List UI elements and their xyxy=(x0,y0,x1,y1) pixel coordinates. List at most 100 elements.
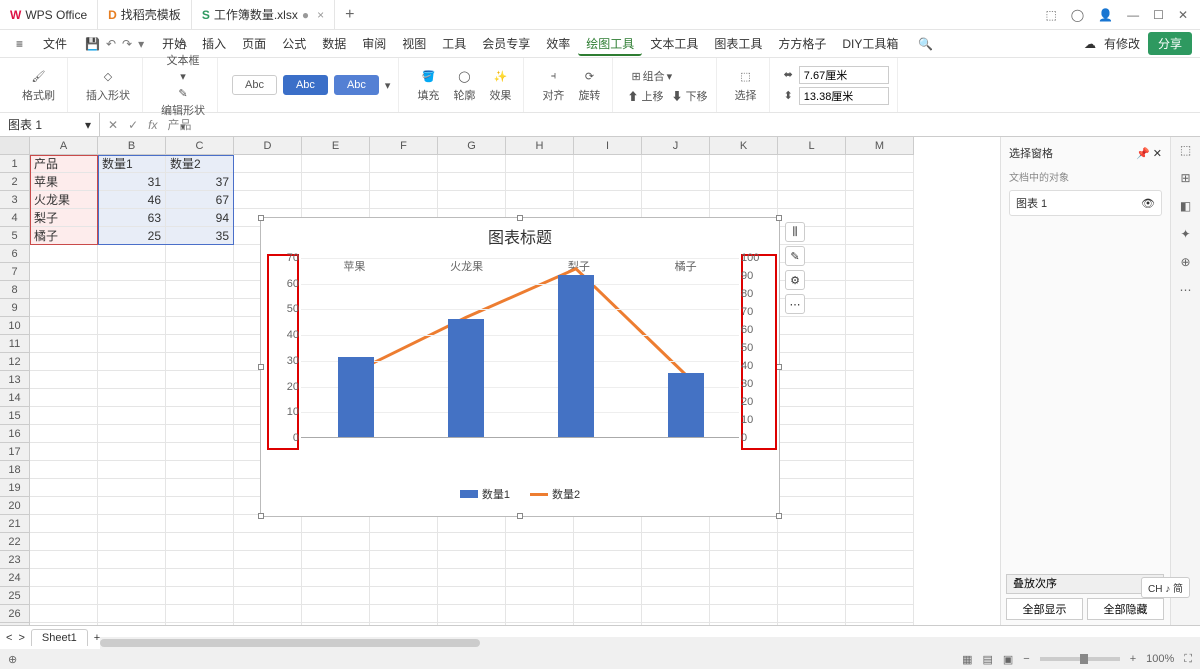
row-header[interactable]: 14 xyxy=(0,389,30,407)
col-header[interactable]: C xyxy=(166,137,234,154)
cell[interactable] xyxy=(30,245,98,263)
cloud-icon[interactable]: ☁ xyxy=(1084,37,1096,51)
show-all-button[interactable]: 全部显示 xyxy=(1006,598,1083,620)
cell[interactable] xyxy=(98,245,166,263)
cell[interactable] xyxy=(846,281,914,299)
cell[interactable] xyxy=(778,317,846,335)
cell[interactable] xyxy=(710,515,778,533)
cell[interactable]: 25 xyxy=(98,227,166,245)
zoom-in-icon[interactable]: + xyxy=(1130,653,1136,665)
cell[interactable] xyxy=(166,515,234,533)
cell[interactable]: 46 xyxy=(98,191,166,209)
cell[interactable] xyxy=(30,263,98,281)
pin-icon[interactable]: 📌 xyxy=(1136,148,1150,160)
cell[interactable] xyxy=(30,497,98,515)
cell[interactable] xyxy=(98,371,166,389)
cell[interactable] xyxy=(846,191,914,209)
cell[interactable] xyxy=(98,605,166,623)
cell[interactable] xyxy=(166,263,234,281)
cell[interactable] xyxy=(98,533,166,551)
cell[interactable] xyxy=(778,605,846,623)
cell[interactable] xyxy=(166,389,234,407)
cell[interactable] xyxy=(438,551,506,569)
cell[interactable] xyxy=(710,191,778,209)
bar[interactable] xyxy=(448,319,484,437)
cell[interactable] xyxy=(438,533,506,551)
close-icon[interactable]: ✕ xyxy=(1153,148,1162,160)
cell[interactable] xyxy=(710,533,778,551)
cell[interactable] xyxy=(846,245,914,263)
rail-format-icon[interactable]: ⊞ xyxy=(1180,171,1190,185)
select-all-corner[interactable] xyxy=(0,137,30,154)
row-header[interactable]: 25 xyxy=(0,587,30,605)
cell[interactable] xyxy=(778,479,846,497)
row-header[interactable]: 9 xyxy=(0,299,30,317)
maximize-icon[interactable]: ☐ xyxy=(1153,8,1164,22)
cell[interactable] xyxy=(574,533,642,551)
cell[interactable] xyxy=(30,461,98,479)
cell[interactable] xyxy=(574,605,642,623)
menu-item[interactable]: 数据 xyxy=(314,34,354,54)
cell[interactable] xyxy=(234,191,302,209)
cell[interactable] xyxy=(846,407,914,425)
cell[interactable] xyxy=(506,173,574,191)
cell[interactable] xyxy=(166,533,234,551)
cell[interactable] xyxy=(778,353,846,371)
cell[interactable] xyxy=(302,173,370,191)
cell[interactable] xyxy=(234,533,302,551)
cell[interactable] xyxy=(710,587,778,605)
cell[interactable] xyxy=(846,497,914,515)
cell[interactable] xyxy=(98,335,166,353)
menu-item[interactable]: 会员专享 xyxy=(474,34,538,54)
bar[interactable] xyxy=(338,357,374,437)
col-header[interactable]: D xyxy=(234,137,302,154)
format-painter[interactable]: 🖌 格式刷 xyxy=(18,65,59,105)
chart-object[interactable]: 图表标题 010203040506070 0102030405060708090… xyxy=(260,217,780,517)
cell[interactable] xyxy=(370,533,438,551)
ime-badge[interactable]: CH ♪ 简 xyxy=(1141,577,1190,598)
cell[interactable] xyxy=(234,587,302,605)
bar[interactable] xyxy=(558,275,594,437)
row-header[interactable]: 1 xyxy=(0,155,30,173)
bar[interactable] xyxy=(668,373,704,437)
redo-icon[interactable]: ↷ xyxy=(122,37,132,51)
cell[interactable] xyxy=(846,371,914,389)
cell[interactable] xyxy=(642,533,710,551)
row-header[interactable]: 4 xyxy=(0,209,30,227)
cell[interactable] xyxy=(98,587,166,605)
cell[interactable] xyxy=(574,155,642,173)
row-header[interactable]: 8 xyxy=(0,281,30,299)
cell[interactable] xyxy=(778,461,846,479)
tab-next-icon[interactable]: > xyxy=(18,632,24,644)
cell[interactable] xyxy=(98,407,166,425)
cell[interactable] xyxy=(370,551,438,569)
insert-shape[interactable]: ◇ 插入形状 xyxy=(82,65,134,105)
cell[interactable] xyxy=(30,551,98,569)
cell[interactable] xyxy=(642,551,710,569)
cell[interactable] xyxy=(234,515,302,533)
cell[interactable] xyxy=(506,533,574,551)
row-header[interactable]: 15 xyxy=(0,407,30,425)
cell[interactable]: 数量1 xyxy=(98,155,166,173)
cell[interactable] xyxy=(846,461,914,479)
row-header[interactable]: 19 xyxy=(0,479,30,497)
menu-item[interactable]: DIY工具箱 xyxy=(834,34,906,54)
cell[interactable] xyxy=(234,173,302,191)
row-header[interactable]: 22 xyxy=(0,533,30,551)
cell[interactable] xyxy=(166,551,234,569)
zoom-out-icon[interactable]: − xyxy=(1023,653,1029,665)
cell[interactable] xyxy=(846,425,914,443)
cell[interactable] xyxy=(438,515,506,533)
cell[interactable] xyxy=(166,317,234,335)
cell[interactable] xyxy=(30,515,98,533)
fullscreen-icon[interactable]: ⛶ xyxy=(1184,653,1192,666)
effects-button[interactable]: ✨效果 xyxy=(485,65,515,105)
cell[interactable] xyxy=(778,389,846,407)
select-button[interactable]: ⬚选择 xyxy=(731,65,761,105)
cell[interactable] xyxy=(846,299,914,317)
chart-style-button[interactable]: ✎ xyxy=(785,246,805,266)
view-layout-icon[interactable]: ▤ xyxy=(982,653,992,666)
confirm-icon[interactable]: ✓ xyxy=(128,118,138,132)
scrollbar-horizontal[interactable] xyxy=(100,637,1200,649)
cell[interactable] xyxy=(30,443,98,461)
